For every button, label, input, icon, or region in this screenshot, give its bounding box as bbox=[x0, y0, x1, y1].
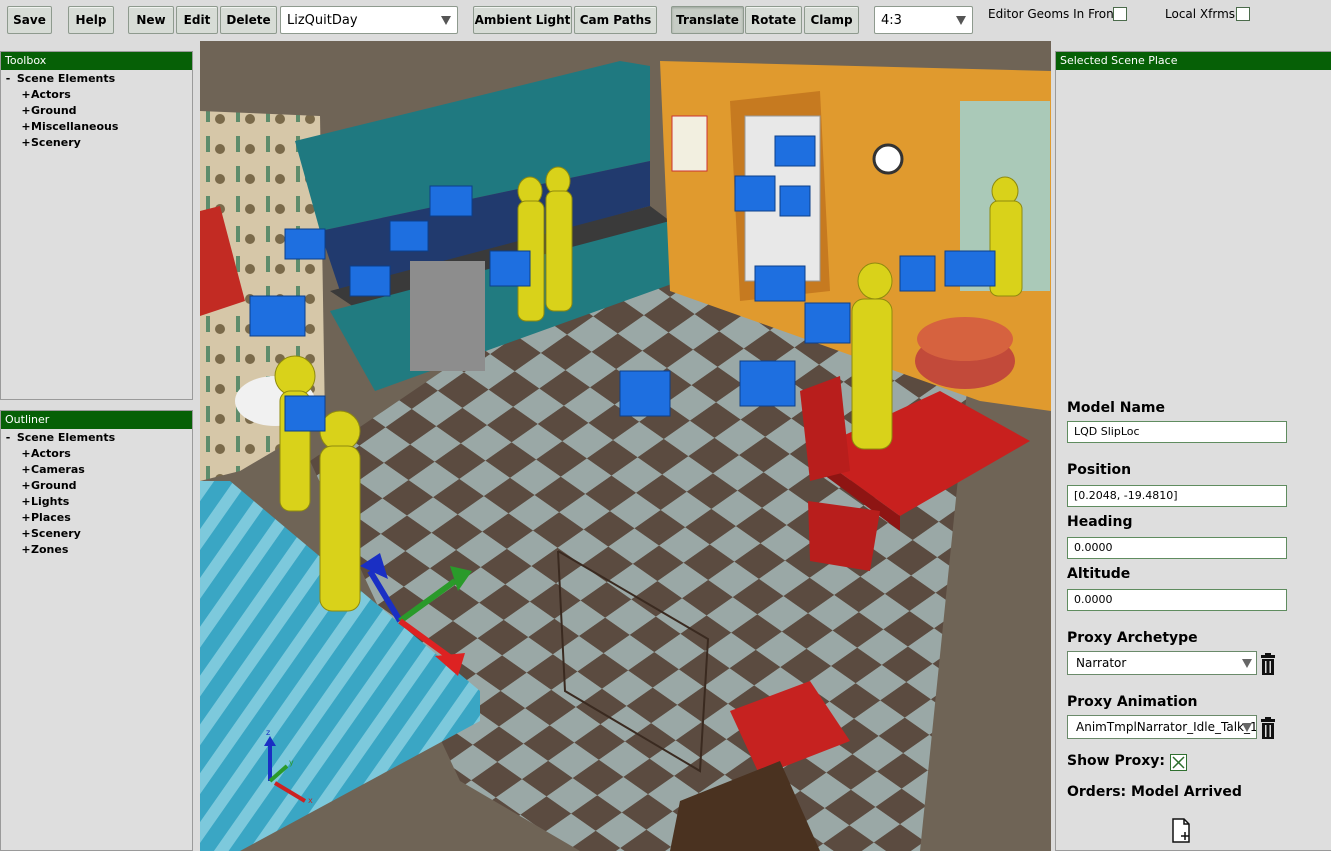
toolbox-item-miscellaneous[interactable]: +Miscellaneous bbox=[1, 119, 192, 135]
axis-label-z: z bbox=[266, 728, 270, 737]
edit-button[interactable]: Edit bbox=[176, 6, 218, 34]
proxy-animation-label: Proxy Animation bbox=[1067, 694, 1198, 710]
model-name-label: Model Name bbox=[1067, 400, 1165, 416]
new-button[interactable]: New bbox=[128, 6, 174, 34]
expand-icon[interactable]: + bbox=[21, 478, 31, 494]
chevron-down-icon bbox=[1242, 659, 1252, 668]
outliner-item-label: Zones bbox=[31, 543, 69, 556]
help-button[interactable]: Help bbox=[68, 6, 114, 34]
outliner-item-label: Places bbox=[31, 511, 71, 524]
outliner-item-actors[interactable]: +Actors bbox=[1, 446, 192, 462]
expand-icon[interactable]: + bbox=[21, 87, 31, 103]
expand-icon[interactable]: + bbox=[21, 542, 31, 558]
altitude-label: Altitude bbox=[1067, 566, 1131, 582]
position-field[interactable]: [0.2048, -19.4810] bbox=[1067, 485, 1287, 507]
outliner-item-label: Ground bbox=[31, 479, 77, 492]
wall-clock bbox=[872, 143, 904, 175]
outliner-item-lights[interactable]: +Lights bbox=[1, 494, 192, 510]
outliner-item-scenery[interactable]: +Scenery bbox=[1, 526, 192, 542]
expand-icon[interactable]: + bbox=[21, 526, 31, 542]
toolbox-panel: Toolbox - Scene Elements +Actors +Ground +… bbox=[0, 51, 193, 400]
chevron-down-icon bbox=[956, 16, 966, 25]
chevron-down-icon bbox=[1242, 723, 1252, 732]
outliner-item-label: Lights bbox=[31, 495, 70, 508]
aspect-select-value: 4:3 bbox=[881, 12, 902, 28]
toolbox-item-scenery[interactable]: +Scenery bbox=[1, 135, 192, 151]
position-label: Position bbox=[1067, 462, 1132, 478]
outliner-item-places[interactable]: +Places bbox=[1, 510, 192, 526]
toolbox-title: Toolbox bbox=[1, 52, 192, 70]
show-proxy-label: Show Proxy: bbox=[1067, 753, 1166, 769]
scene-render: z y x bbox=[200, 61, 1051, 851]
axis-label-y: y bbox=[289, 758, 294, 767]
outliner-item-ground[interactable]: +Ground bbox=[1, 478, 192, 494]
toolbox-item-label: Scenery bbox=[31, 136, 81, 149]
save-button[interactable]: Save bbox=[7, 6, 52, 34]
model-name-field[interactable]: LQD SlipLoc bbox=[1067, 421, 1287, 443]
outliner-item-cameras[interactable]: +Cameras bbox=[1, 462, 192, 478]
toolbox-item-label: Miscellaneous bbox=[31, 120, 119, 133]
editor-geoms-checkbox[interactable] bbox=[1113, 7, 1127, 21]
wall-poster bbox=[671, 115, 708, 172]
chevron-down-icon bbox=[441, 16, 451, 25]
orders-label: Orders: Model Arrived bbox=[1067, 784, 1242, 800]
expand-icon[interactable]: + bbox=[21, 462, 31, 478]
outliner-item-label: Cameras bbox=[31, 463, 85, 476]
proxy-archetype-label: Proxy Archetype bbox=[1067, 630, 1198, 646]
collapse-icon[interactable]: - bbox=[3, 71, 13, 87]
toolbox-root[interactable]: - Scene Elements bbox=[1, 71, 192, 87]
toolbox-item-label: Ground bbox=[31, 104, 77, 117]
outliner-title: Outliner bbox=[1, 411, 192, 429]
proxy-archetype-select[interactable]: Narrator bbox=[1067, 651, 1257, 675]
outliner-item-label: Scenery bbox=[31, 527, 81, 540]
altitude-field[interactable]: 0.0000 bbox=[1067, 589, 1287, 611]
ambient-light-button[interactable]: Ambient Light bbox=[473, 6, 572, 34]
cam-paths-button[interactable]: Cam Paths bbox=[574, 6, 657, 34]
proxy-animation-value: AnimTmplNarrator_Idle_Talk_1 bbox=[1076, 720, 1257, 734]
scene-select[interactable]: LizQuitDay bbox=[280, 6, 458, 34]
aspect-select[interactable]: 4:3 bbox=[874, 6, 973, 34]
axis-label-x: x bbox=[308, 796, 313, 805]
panel-title: Selected Scene Place bbox=[1056, 52, 1331, 70]
clamp-button[interactable]: Clamp bbox=[804, 6, 859, 34]
outliner-item-label: Actors bbox=[31, 447, 71, 460]
toolbox-item-actors[interactable]: +Actors bbox=[1, 87, 192, 103]
collapse-icon[interactable]: - bbox=[3, 430, 13, 446]
scene-viewport[interactable]: z y x bbox=[200, 41, 1051, 851]
local-xfrms-label: Local Xfrms: bbox=[1165, 7, 1240, 21]
proxy-animation-select[interactable]: AnimTmplNarrator_Idle_Talk_1 bbox=[1067, 715, 1257, 739]
translate-button[interactable]: Translate bbox=[671, 6, 744, 34]
show-proxy-checkbox[interactable] bbox=[1170, 754, 1187, 771]
trash-icon[interactable] bbox=[1259, 717, 1277, 739]
rotate-button[interactable]: Rotate bbox=[745, 6, 802, 34]
expand-icon[interactable]: + bbox=[21, 103, 31, 119]
outliner-item-zones[interactable]: +Zones bbox=[1, 542, 192, 558]
scene-select-value: LizQuitDay bbox=[287, 12, 358, 28]
expand-icon[interactable]: + bbox=[21, 510, 31, 526]
expand-icon[interactable]: + bbox=[21, 135, 31, 151]
outliner-panel: Outliner - Scene Elements +Actors +Camera… bbox=[0, 410, 193, 851]
trash-icon[interactable] bbox=[1259, 653, 1277, 675]
heading-label: Heading bbox=[1067, 514, 1133, 530]
toolbox-root-label: Scene Elements bbox=[16, 72, 116, 85]
heading-field[interactable]: 0.0000 bbox=[1067, 537, 1287, 559]
toolbox-item-label: Actors bbox=[31, 88, 71, 101]
local-xfrms-checkbox[interactable] bbox=[1236, 7, 1250, 21]
delete-button[interactable]: Delete bbox=[220, 6, 277, 34]
toolbox-item-ground[interactable]: +Ground bbox=[1, 103, 192, 119]
stove bbox=[410, 261, 485, 371]
expand-icon[interactable]: + bbox=[21, 494, 31, 510]
add-order-icon[interactable] bbox=[1171, 818, 1193, 844]
expand-icon[interactable]: + bbox=[21, 446, 31, 462]
outliner-root-label: Scene Elements bbox=[16, 431, 116, 444]
editor-geoms-label: Editor Geoms In Front: bbox=[988, 7, 1123, 21]
outliner-root[interactable]: - Scene Elements bbox=[1, 430, 192, 446]
proxy-archetype-value: Narrator bbox=[1076, 656, 1127, 670]
expand-icon[interactable]: + bbox=[21, 119, 31, 135]
dining-chair bbox=[808, 501, 880, 571]
